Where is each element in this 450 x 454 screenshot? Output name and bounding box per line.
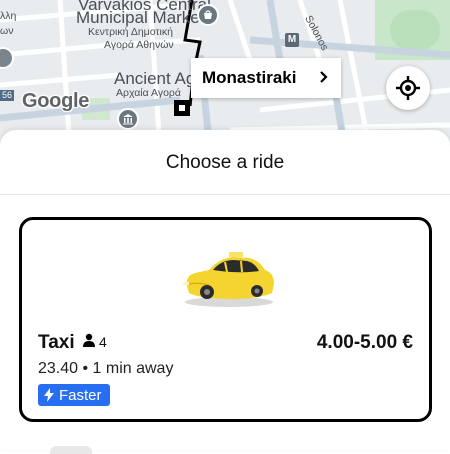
- seat-count: 4: [99, 334, 107, 350]
- ride-price: 4.00-5.00 €: [316, 332, 413, 353]
- museum-poi-icon[interactable]: [117, 108, 139, 130]
- destination-marker-icon: [174, 100, 190, 116]
- person-icon: [83, 333, 95, 347]
- metro-icon[interactable]: M: [285, 33, 299, 47]
- ride-eta: 23.40 • 1 min away: [38, 360, 174, 377]
- map-label-municipal-market: Municipal Market: [76, 8, 205, 27]
- badge-label: Faster: [59, 386, 102, 404]
- ride-options-sheet: Choose a ride Taxi 4 4.00-5.00 € 23.40 •…: [0, 130, 450, 454]
- map-label-ancient-agora: Ancient Agora: [114, 70, 194, 87]
- destination-chip[interactable]: Monastiraki: [191, 58, 341, 98]
- next-ride-option-peek[interactable]: [50, 446, 92, 454]
- road-number-badge: 56: [0, 90, 15, 101]
- taxi-car-icon: [183, 252, 274, 307]
- chevron-right-icon: [320, 71, 328, 83]
- map-label-left-2: ων: [0, 25, 14, 37]
- map-label-ancient-agora-greek: Αρχαία Αγορά: [116, 88, 181, 99]
- destination-label: Monastiraki: [202, 68, 297, 87]
- divider: [0, 194, 450, 195]
- sheet-title: Choose a ride: [165, 152, 285, 173]
- lightning-icon: [44, 388, 54, 402]
- my-location-button[interactable]: [386, 66, 430, 110]
- ride-option-taxi[interactable]: Taxi 4 4.00-5.00 € 23.40 • 1 min away Fa…: [19, 217, 432, 422]
- shopping-poi-icon[interactable]: [197, 4, 219, 26]
- map-label-agora-greek: Αγορά Αθηνών: [104, 39, 174, 51]
- map-label-left-1: λλη: [0, 10, 17, 22]
- google-logo: Google: [22, 90, 90, 112]
- crosshair-icon: [396, 76, 420, 100]
- faster-badge: Faster: [38, 384, 110, 406]
- ride-name: Taxi: [38, 332, 75, 353]
- map-view[interactable]: Varvakios Central Municipal Market Κεντρ…: [0, 0, 450, 150]
- map-label-market-greek: Κεντρική Δημοτική: [88, 26, 173, 38]
